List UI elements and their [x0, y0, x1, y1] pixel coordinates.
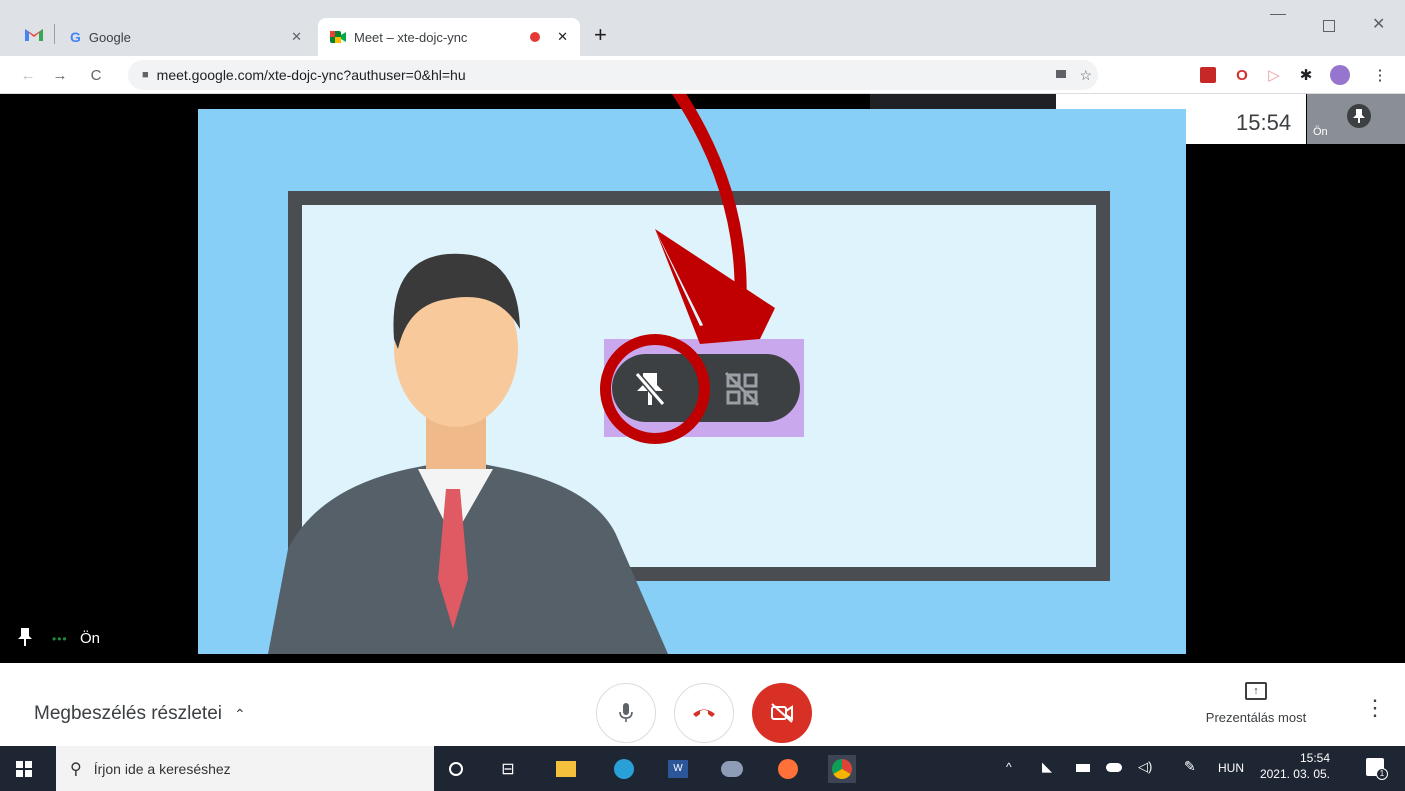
new-tab-button[interactable]: +	[594, 22, 607, 48]
google-icon: G	[70, 29, 81, 45]
onedrive-icon[interactable]	[1106, 763, 1122, 772]
meeting-details-button[interactable]: Megbeszélés részletei ⌃	[34, 703, 246, 725]
cast-extension-icon[interactable]: ▷	[1264, 65, 1284, 85]
file-explorer-icon[interactable]	[552, 755, 580, 783]
annotation-circle	[600, 334, 710, 444]
cortana-icon[interactable]	[442, 755, 470, 783]
back-icon[interactable]: ←	[18, 65, 38, 85]
present-now-button[interactable]: ↑ Prezentálás most	[1196, 681, 1316, 737]
browser-toolbar: ← → C ■ meet.google.com/xte-dojc-ync?aut…	[0, 56, 1405, 94]
extensions-icon[interactable]: ✱	[1296, 65, 1316, 85]
more-options-icon[interactable]: ⋮	[1364, 695, 1386, 721]
taskbar-clock[interactable]: 15:54 2021. 03. 05.	[1258, 750, 1330, 782]
address-text: meet.google.com/xte-dojc-ync?authuser=0&…	[156, 67, 466, 83]
camera-button[interactable]	[752, 683, 812, 743]
hang-up-icon	[693, 709, 715, 717]
close-icon[interactable]: ✕	[291, 29, 302, 45]
minimize-icon[interactable]	[1270, 14, 1286, 15]
meet-icon	[330, 31, 346, 43]
divider	[54, 24, 55, 44]
tile-self-label: Ön	[80, 630, 101, 647]
tab-meet[interactable]: Meet – xte-dojc-ync ✕	[318, 18, 580, 56]
menu-icon[interactable]: ⋮	[1370, 65, 1390, 85]
volume-icon[interactable]: ◁)	[1138, 759, 1152, 775]
gmail-icon[interactable]	[24, 26, 44, 42]
lock-icon: ■	[142, 69, 149, 81]
meet-control-bar: Megbeszélés részletei ⌃ ↑ Prezentálás mo…	[0, 663, 1405, 746]
profile-avatar[interactable]	[1330, 65, 1350, 85]
pen-icon[interactable]: ✎	[1184, 758, 1196, 775]
windows-taskbar: ⚲ Írjon ide a kereséshez ⊟ W ^ ◣ ◁) ✎ HU…	[0, 746, 1405, 791]
camera-icon[interactable]	[1056, 70, 1066, 78]
word-icon[interactable]: W	[664, 755, 692, 783]
edge-icon[interactable]	[610, 755, 638, 783]
windows-start-icon[interactable]	[10, 755, 38, 783]
present-icon: ↑	[1245, 682, 1267, 700]
leave-call-button[interactable]	[674, 683, 734, 743]
microphone-button[interactable]	[596, 683, 656, 743]
chevron-up-icon: ⌃	[233, 705, 246, 722]
tile-mic-dots: •••	[52, 632, 68, 646]
clock-date: 2021. 03. 05.	[1259, 767, 1330, 781]
address-bar[interactable]: ■ meet.google.com/xte-dojc-ync?authuser=…	[128, 60, 1098, 90]
network-icon[interactable]: ◣	[1042, 759, 1052, 775]
present-now-label: Prezentálás most	[1205, 710, 1307, 725]
notification-center-icon[interactable]: 1	[1366, 758, 1388, 780]
firefox-icon[interactable]	[774, 755, 802, 783]
star-icon[interactable]: ☆	[1079, 67, 1092, 84]
reload-icon[interactable]: C	[86, 65, 106, 85]
search-icon: ⚲	[70, 760, 82, 778]
forward-icon[interactable]: →	[50, 65, 70, 85]
taskbar-search-placeholder: Írjon ide a kereséshez	[93, 760, 231, 777]
browser-tab-strip: G Google ✕ Meet – xte-dojc-ync ✕ + ✕	[0, 0, 1405, 56]
clock-time: 15:54	[1299, 751, 1330, 765]
tab-google-label: Google	[88, 29, 131, 45]
taskbar-search-box[interactable]: ⚲ Írjon ide a kereséshez	[56, 746, 434, 791]
chrome-icon[interactable]	[828, 755, 856, 783]
maximize-icon[interactable]	[1323, 20, 1335, 32]
paint-icon[interactable]	[718, 755, 746, 783]
tile-pin-icon	[18, 628, 32, 646]
microphone-icon	[619, 703, 633, 722]
tab-meet-label: Meet – xte-dojc-ync	[354, 29, 468, 45]
close-icon[interactable]: ✕	[557, 29, 568, 45]
meeting-details-label: Megbeszélés részletei	[34, 703, 222, 724]
notification-count: 1	[1376, 768, 1388, 780]
opera-extension-icon[interactable]: O	[1232, 65, 1252, 85]
pdf-extension-icon[interactable]	[1198, 65, 1218, 85]
task-view-icon[interactable]: ⊟	[494, 755, 522, 783]
recording-icon	[530, 32, 540, 42]
battery-icon[interactable]	[1076, 764, 1090, 772]
tray-chevron-icon[interactable]: ^	[1006, 760, 1012, 774]
meet-stage: 15:54 Ön ••• Ön	[0, 94, 1405, 663]
close-window-icon[interactable]: ✕	[1372, 14, 1385, 34]
language-indicator[interactable]: HUN	[1218, 761, 1244, 775]
camera-off-icon	[771, 703, 793, 723]
tab-google[interactable]: G Google ✕	[62, 18, 312, 56]
